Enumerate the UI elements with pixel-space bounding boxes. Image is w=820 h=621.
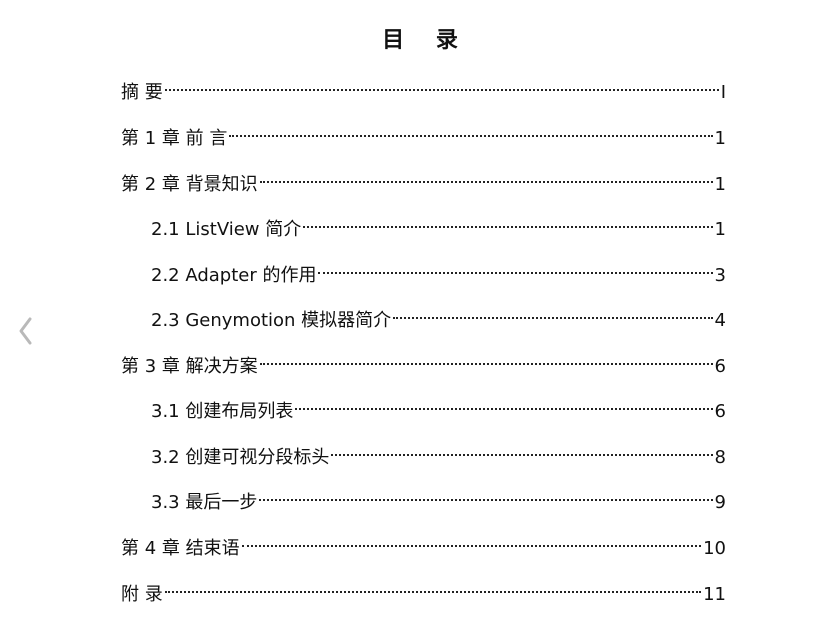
toc-dot-leader bbox=[303, 207, 713, 235]
toc-page-number: 8 bbox=[714, 447, 726, 468]
toc-entry-section-3-1[interactable]: 3.1 创建布局列表 6 bbox=[151, 389, 726, 422]
toc-entry-label: 第 4 章 结束语 bbox=[121, 538, 240, 559]
toc-entry-section-3-2[interactable]: 3.2 创建可视分段标头 8 bbox=[151, 435, 726, 468]
toc-dot-leader bbox=[295, 389, 713, 417]
toc-page-number: 3 bbox=[714, 265, 726, 286]
toc-entry-label: 3.2 创建可视分段标头 bbox=[151, 447, 330, 468]
chevron-left-icon bbox=[19, 317, 32, 345]
toc-dot-leader bbox=[259, 480, 713, 508]
toc-dot-leader bbox=[259, 162, 713, 190]
toc-page-number: I bbox=[720, 82, 726, 103]
toc-entry-chapter-4[interactable]: 第 4 章 结束语 10 bbox=[121, 526, 726, 559]
toc-dot-leader bbox=[318, 253, 713, 281]
toc-entry-label: 第 2 章 背景知识 bbox=[121, 174, 258, 195]
toc-page-number: 11 bbox=[703, 584, 726, 605]
toc-entry-label: 2.2 Adapter 的作用 bbox=[151, 265, 317, 286]
toc-entry-label: 第 3 章 解决方案 bbox=[121, 356, 258, 377]
toc-entry-chapter-2[interactable]: 第 2 章 背景知识 1 bbox=[121, 162, 726, 195]
toc-entry-label: 2.3 Genymotion 模拟器简介 bbox=[151, 310, 392, 331]
toc-entry-chapter-3[interactable]: 第 3 章 解决方案 6 bbox=[121, 344, 726, 377]
toc-entry-label: 3.1 创建布局列表 bbox=[151, 401, 294, 422]
toc-entry-section-3-3[interactable]: 3.3 最后一步 9 bbox=[151, 480, 726, 513]
toc-entry-label: 3.3 最后一步 bbox=[151, 492, 258, 513]
toc-page-number: 6 bbox=[714, 356, 726, 377]
page-title: 目 录 bbox=[382, 27, 470, 53]
toc-page-number: 1 bbox=[714, 219, 726, 240]
toc-entry-label: 第 1 章 前 言 bbox=[121, 128, 228, 149]
toc-dot-leader bbox=[164, 70, 719, 98]
toc-dot-leader bbox=[393, 298, 713, 326]
toc-entry-chapter-1[interactable]: 第 1 章 前 言 1 bbox=[121, 116, 726, 149]
previous-page-button[interactable] bbox=[14, 314, 38, 348]
toc-entry-label: 摘 要 bbox=[121, 82, 163, 103]
toc-page-number: 6 bbox=[714, 401, 726, 422]
toc-entry-section-2-1[interactable]: 2.1 ListView 简介 1 bbox=[151, 207, 726, 240]
toc-entry-section-2-2[interactable]: 2.2 Adapter 的作用 3 bbox=[151, 253, 726, 286]
toc-page-number: 10 bbox=[703, 538, 726, 559]
toc-dot-leader bbox=[241, 526, 702, 554]
toc-dot-leader bbox=[259, 344, 713, 372]
toc-entry-label: 附 录 bbox=[121, 584, 163, 605]
toc-dot-leader bbox=[229, 116, 713, 144]
toc-page-number: 1 bbox=[714, 128, 726, 149]
toc-page-number: 4 bbox=[714, 310, 726, 331]
toc-page-number: 1 bbox=[714, 174, 726, 195]
toc-dot-leader bbox=[164, 572, 702, 600]
toc-entry-section-2-3[interactable]: 2.3 Genymotion 模拟器简介 4 bbox=[151, 298, 726, 331]
toc-entry-abstract[interactable]: 摘 要 I bbox=[121, 70, 726, 103]
toc-dot-leader bbox=[331, 435, 713, 463]
toc-entry-appendix[interactable]: 附 录 11 bbox=[121, 572, 726, 605]
toc-page-number: 9 bbox=[714, 492, 726, 513]
toc-entry-label: 2.1 ListView 简介 bbox=[151, 219, 302, 240]
